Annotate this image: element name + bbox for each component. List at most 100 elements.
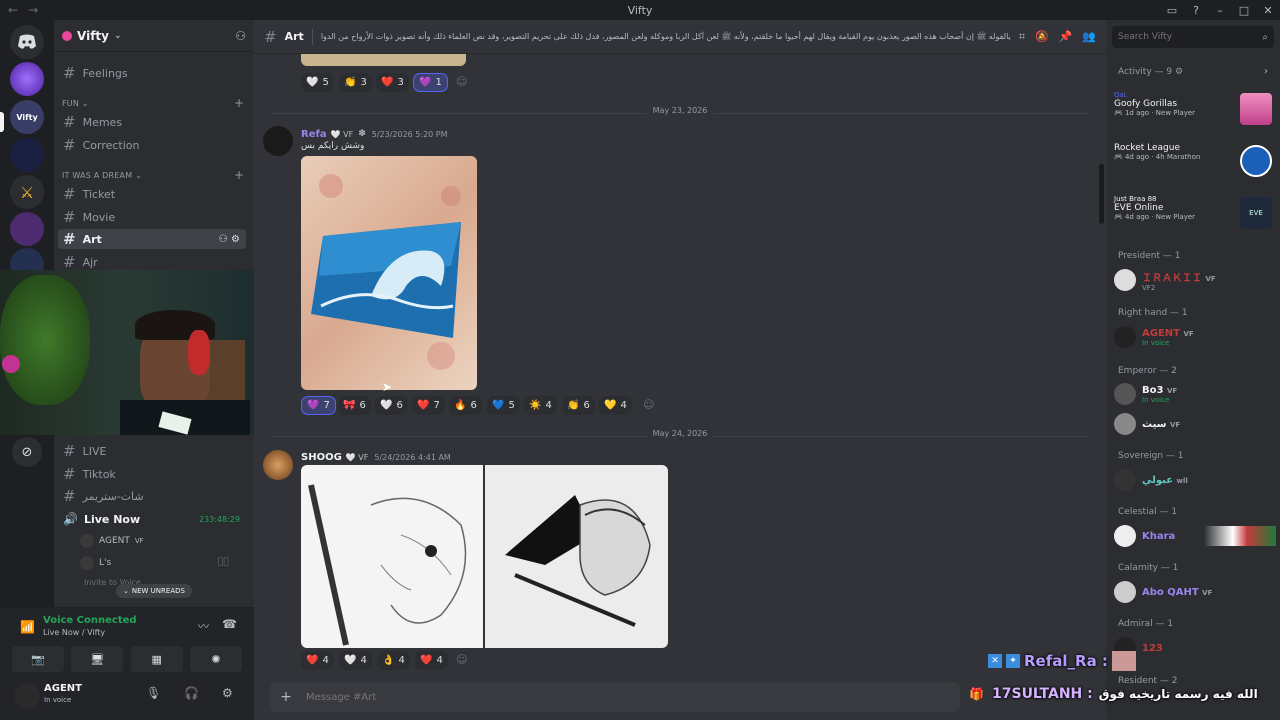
- reaction-button[interactable]: 💛 4: [599, 396, 632, 415]
- soundboard-icon[interactable]: ✺: [189, 646, 242, 672]
- server-folder-icon[interactable]: [10, 212, 44, 246]
- reaction-button[interactable]: 👏 3: [339, 73, 372, 92]
- minimize-icon[interactable]: –: [1208, 4, 1232, 17]
- disconnect-icon[interactable]: ☎: [222, 617, 237, 631]
- pin-icon[interactable]: 📌: [1059, 30, 1073, 43]
- help-icon[interactable]: ?: [1184, 4, 1208, 17]
- maximize-icon[interactable]: □: [1232, 4, 1256, 17]
- member-row[interactable]: Khara: [1114, 518, 1276, 554]
- channel-live[interactable]: # LIVE: [58, 441, 246, 461]
- reaction-button[interactable]: 👏 6: [562, 396, 595, 415]
- avatar[interactable]: [263, 450, 293, 480]
- category-dream[interactable]: IT WAS A DREAM ⌄: [62, 171, 142, 180]
- noise-suppression-icon[interactable]: 〰: [198, 618, 209, 634]
- member-row[interactable]: عبولي wll: [1114, 462, 1276, 498]
- category-fun[interactable]: FUN ⌄: [62, 99, 89, 108]
- member-row[interactable]: Abo QAHT VF: [1114, 574, 1276, 610]
- invite-and-settings-icons[interactable]: ⚇ ⚙: [219, 234, 240, 245]
- channel-tiktok[interactable]: # Tiktok: [58, 464, 246, 484]
- reaction-button[interactable]: ❤️ 4: [301, 651, 334, 670]
- server-icon[interactable]: [10, 138, 44, 172]
- channel-feelings[interactable]: # Feelings: [58, 63, 246, 83]
- search-box[interactable]: ⌕: [1112, 26, 1274, 48]
- channel-streamer-chat[interactable]: # شات-ستريمر: [58, 486, 246, 506]
- reaction-button[interactable]: ❤️ 4: [415, 651, 448, 670]
- reaction-button[interactable]: 💜 7: [301, 396, 336, 415]
- new-unreads-pill[interactable]: ⌄ NEW UNREADS: [116, 584, 192, 598]
- scrollbar-thumb[interactable]: [1099, 164, 1104, 224]
- activity-card[interactable]: Just Braa 88 EVE Online 🎮 4d ago · New P…: [1114, 195, 1276, 239]
- mute-bell-icon[interactable]: 🔕: [1035, 30, 1049, 43]
- voice-user-row[interactable]: AGENT VF: [80, 533, 144, 549]
- reaction-button[interactable]: 💜 1: [413, 73, 448, 92]
- previous-image[interactable]: [301, 54, 466, 66]
- selected-pill: [0, 112, 4, 132]
- reaction-button[interactable]: 🤍 5: [301, 73, 334, 92]
- add-reaction-icon[interactable]: ☺: [456, 653, 467, 666]
- avatar[interactable]: [14, 683, 40, 709]
- camera-off-icon[interactable]: 📷: [12, 646, 64, 672]
- reaction-button[interactable]: 🤍 6: [375, 396, 408, 415]
- activity-card[interactable]: Rocket League 🎮 4d ago · 4h Marathon: [1114, 143, 1276, 187]
- members-icon[interactable]: 👥: [1082, 30, 1096, 43]
- add-reaction-icon[interactable]: ☺: [456, 75, 467, 88]
- reaction-button[interactable]: ❤️ 7: [412, 396, 445, 415]
- channel-memes[interactable]: # Memes: [58, 112, 246, 132]
- author-name[interactable]: Refa: [301, 129, 327, 140]
- headphones-icon[interactable]: 🎧: [184, 686, 199, 700]
- add-channel-icon[interactable]: +: [234, 168, 244, 182]
- microphone-icon[interactable]: 🎙: [146, 686, 161, 700]
- server-header[interactable]: Vifty ⌄ ⚇: [54, 20, 254, 52]
- close-icon[interactable]: ✕: [1256, 4, 1280, 17]
- sketch-image-right[interactable]: [485, 465, 668, 648]
- message-input[interactable]: [306, 691, 906, 703]
- channel-correction[interactable]: # Correction: [58, 135, 246, 155]
- reaction-button[interactable]: 🤍 4: [339, 651, 372, 670]
- chevron-right-icon[interactable]: ›: [1264, 66, 1268, 77]
- sketch-image-left[interactable]: [301, 465, 483, 648]
- discover-icon[interactable]: ⊘: [12, 437, 42, 467]
- channel-art-selected[interactable]: # Art ⚇ ⚙: [58, 229, 246, 249]
- vifty-server-icon[interactable]: Vifty: [10, 100, 44, 134]
- channel-movie[interactable]: # Movie: [58, 207, 246, 227]
- reaction-button[interactable]: 👌 4: [377, 651, 410, 670]
- screen-share-icon[interactable]: 🖥: [71, 646, 124, 672]
- member-row[interactable]: AGENT VF In voice: [1114, 319, 1276, 355]
- threads-icon[interactable]: ⌗: [1019, 30, 1025, 44]
- gift-icon[interactable]: 🎁: [969, 687, 984, 701]
- inbox-icon[interactable]: ▭: [1160, 4, 1184, 17]
- activity-card[interactable]: Qai. Goofy Gorillas 🎮 1d ago · New Playe…: [1114, 91, 1276, 135]
- reaction-button[interactable]: 💙 5: [487, 396, 520, 415]
- member-row[interactable]: 123: [1114, 630, 1276, 666]
- channel-label: Tiktok: [82, 467, 116, 481]
- channel-ticket[interactable]: # Ticket: [58, 184, 246, 204]
- member-row[interactable]: ＩＲＡＫＩＩ VF VF2: [1114, 262, 1276, 298]
- reaction-emoji: 🤍: [380, 400, 393, 411]
- member-row[interactable]: سيث VF: [1114, 406, 1276, 442]
- wave-painting-image[interactable]: [301, 156, 477, 390]
- category-label: IT WAS A DREAM: [62, 171, 133, 180]
- voice-location[interactable]: Live Now / Vifty: [43, 628, 105, 637]
- avatar[interactable]: [263, 126, 293, 156]
- voice-channel-live-now[interactable]: 🔊 Live Now 233:48:29: [58, 509, 246, 529]
- reaction-button[interactable]: 🔥 6: [449, 396, 482, 415]
- server-icon[interactable]: [10, 62, 44, 96]
- add-reaction-icon[interactable]: ☺: [643, 398, 654, 411]
- voice-user-row[interactable]: L's: [80, 555, 111, 571]
- add-member-icon[interactable]: ⚇: [235, 29, 246, 43]
- channel-topic[interactable]: يالفوله ﷺ إن أصحاب هذه الصور يعذبون يوم …: [321, 31, 1011, 43]
- gear-icon[interactable]: ⚙: [222, 686, 233, 700]
- reaction-button[interactable]: ❤️ 3: [376, 73, 409, 92]
- channel-ajr[interactable]: # Ajr: [58, 252, 246, 272]
- reaction-button[interactable]: ☀️ 4: [524, 396, 557, 415]
- reaction-button[interactable]: 🎀 6: [338, 396, 371, 415]
- discord-home-icon[interactable]: [10, 25, 44, 59]
- swords-server-icon[interactable]: ⚔: [10, 175, 44, 209]
- add-channel-icon[interactable]: +: [234, 96, 244, 110]
- activity-header-label: Activity — 9: [1118, 67, 1173, 77]
- reaction-emoji: ❤️: [306, 655, 319, 666]
- search-input[interactable]: [1118, 32, 1248, 42]
- plus-icon[interactable]: +: [276, 687, 296, 707]
- author-name[interactable]: SHOOG: [301, 452, 342, 463]
- activities-icon[interactable]: ▦: [130, 646, 183, 672]
